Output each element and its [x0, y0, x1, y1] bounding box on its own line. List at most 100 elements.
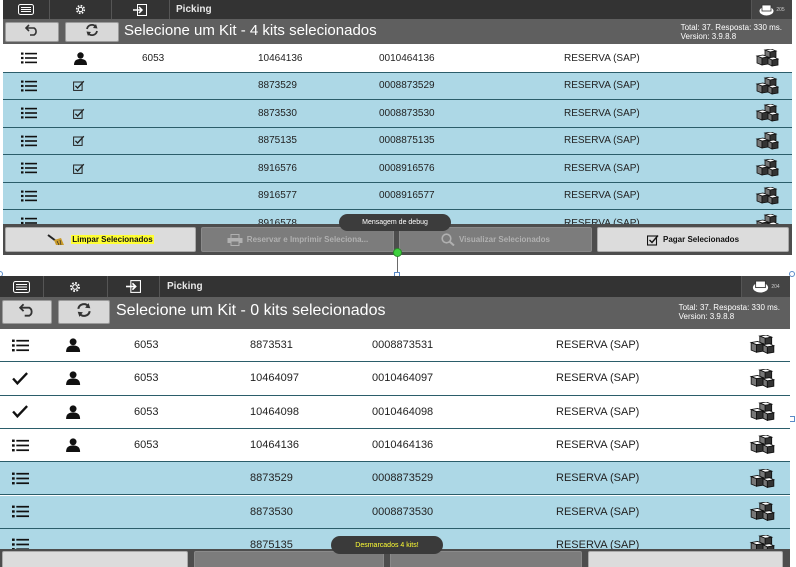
kit-number: 8873530: [258, 107, 297, 119]
user-icon: [65, 329, 81, 361]
kit-list: 6053 8873531 0008873531 RESERVA (SAP) 6053 10…: [0, 329, 790, 563]
screen-0-selected: Picking 204 Selecione um Kit - 0 kits se…: [0, 276, 790, 567]
boxes-icon[interactable]: [755, 183, 779, 210]
kit-row[interactable]: 6053 10464097 0010464097 RESERVA (SAP): [0, 362, 790, 396]
printer-icon: [227, 233, 243, 246]
kit-status: RESERVA (SAP): [564, 80, 640, 92]
list-icon[interactable]: [21, 73, 37, 100]
pay-selected-button[interactable]: [588, 551, 783, 567]
kit-row[interactable]: 8873529 0008873529 RESERVA (SAP): [3, 72, 792, 100]
clear-selected-button[interactable]: Limpar Selecionados: [5, 227, 196, 252]
list-icon[interactable]: [21, 155, 37, 182]
checkmark-icon[interactable]: [12, 362, 28, 394]
user-icon: [65, 362, 81, 394]
kit-code: 0008873529: [372, 472, 434, 485]
list-icon[interactable]: [12, 462, 30, 494]
notification-icon: [759, 4, 774, 16]
debug-toast: Mensagem de debug: [339, 214, 451, 231]
header-bar: Selecione um Kit - 0 kits selecionados T…: [0, 297, 790, 329]
settings-button[interactable]: [43, 276, 108, 297]
gear-icon: [74, 3, 87, 16]
boxes-icon[interactable]: [755, 45, 779, 72]
list-icon[interactable]: [21, 183, 37, 210]
info-text: Total: 37. Resposta: 330 ms. Version: 3.…: [681, 23, 782, 41]
list-icon[interactable]: [21, 128, 37, 155]
kit-row[interactable]: 8873530 0008873530 RESERVA (SAP): [0, 495, 790, 529]
settings-button[interactable]: [49, 0, 112, 19]
kit-status: RESERVA (SAP): [564, 162, 640, 174]
search-icon: [441, 233, 455, 246]
kit-row[interactable]: 6053 10464136 0010464136 RESERVA (SAP): [3, 45, 792, 73]
boxes-icon[interactable]: [749, 329, 775, 361]
kit-code: 0008916577: [379, 190, 435, 202]
kit-number: 10464136: [258, 52, 303, 64]
boxes-icon[interactable]: [755, 73, 779, 100]
user-icon: [73, 45, 88, 72]
checked-box-icon[interactable]: [73, 128, 85, 155]
rotate-handle[interactable]: [393, 248, 402, 257]
kit-number: 8916576: [258, 162, 297, 174]
clear-selected-button[interactable]: [2, 551, 188, 567]
list-icon[interactable]: [12, 329, 30, 361]
boxes-icon[interactable]: [749, 429, 775, 461]
list-icon[interactable]: [21, 100, 37, 127]
kit-row[interactable]: 6053 10464136 0010464136 RESERVA (SAP): [0, 428, 790, 463]
broom-icon: [47, 233, 67, 246]
boxes-icon[interactable]: [749, 396, 775, 428]
screen-4-selected: Picking 205 Selecione um Kit - 4 kits se…: [3, 0, 792, 255]
clear-selected-label: Limpar Selecionados: [71, 235, 154, 244]
page-title: Selecione um Kit - 4 kits selecionados: [124, 22, 377, 39]
menu-button[interactable]: [0, 276, 44, 297]
kit-number: 10464098: [250, 405, 299, 418]
menu-icon: [13, 280, 30, 293]
list-icon[interactable]: [21, 45, 37, 72]
exit-button[interactable]: [111, 0, 170, 19]
kit-row[interactable]: 8916577 0008916577 RESERVA (SAP): [3, 182, 792, 210]
info-total: Total: 37. Resposta: 330 ms.: [678, 303, 780, 312]
pay-selected-button[interactable]: Pagar Selecionados: [597, 227, 789, 252]
gear-icon: [68, 280, 82, 294]
kit-operator: 6053: [134, 439, 159, 452]
kit-status: RESERVA (SAP): [564, 107, 640, 119]
kit-list: 6053 10464136 0010464136 RESERVA (SAP) 88735…: [3, 45, 792, 238]
info-text: Total: 37. Resposta: 330 ms. Version: 3.…: [679, 303, 780, 321]
header-bar: Selecione um Kit - 4 kits selecionados T…: [3, 19, 792, 44]
checked-box-icon[interactable]: [73, 73, 85, 100]
exit-button[interactable]: [107, 276, 160, 297]
kit-number: 10464136: [250, 439, 299, 452]
kit-row[interactable]: 8873530 0008873530 RESERVA (SAP): [3, 100, 792, 128]
kit-row[interactable]: 6053 10464098 0010464098 RESERVA (SAP): [0, 395, 790, 429]
kit-status: RESERVA (SAP): [556, 472, 640, 485]
kit-number: 8873530: [250, 505, 293, 518]
logout-icon: [125, 280, 141, 293]
kit-code: 0008875135: [379, 135, 435, 147]
kit-row[interactable]: 6053 8873531 0008873531 RESERVA (SAP): [0, 329, 790, 363]
refresh-button[interactable]: [65, 22, 119, 42]
boxes-icon[interactable]: [749, 462, 775, 494]
back-arrow-icon: [18, 303, 35, 322]
boxes-icon[interactable]: [755, 155, 779, 182]
kit-row[interactable]: 8875135 0008875135 RESERVA (SAP): [3, 127, 792, 155]
kit-row[interactable]: 8916576 0008916576 RESERVA (SAP): [3, 155, 792, 183]
back-button[interactable]: [5, 22, 59, 42]
boxes-icon[interactable]: [755, 128, 779, 155]
kit-number: 8873529: [258, 80, 297, 92]
checkmark-icon[interactable]: [12, 396, 28, 428]
boxes-icon[interactable]: [755, 100, 779, 127]
back-button[interactable]: [2, 300, 52, 324]
checked-box-icon[interactable]: [73, 100, 85, 127]
user-icon: [65, 396, 81, 428]
checked-box-icon[interactable]: [73, 155, 85, 182]
notification-button[interactable]: 205: [751, 0, 792, 19]
boxes-icon[interactable]: [749, 362, 775, 394]
app-title: Picking: [167, 281, 203, 292]
notification-button[interactable]: 204: [741, 276, 790, 297]
kit-operator: 6053: [134, 372, 159, 385]
boxes-icon[interactable]: [749, 496, 775, 528]
refresh-button[interactable]: [58, 300, 110, 324]
menu-button[interactable]: [3, 0, 50, 19]
list-icon[interactable]: [12, 429, 30, 461]
kit-row[interactable]: 8873529 0008873529 RESERVA (SAP): [0, 462, 790, 496]
kit-code: 0010464136: [372, 439, 434, 452]
list-icon[interactable]: [12, 496, 30, 528]
